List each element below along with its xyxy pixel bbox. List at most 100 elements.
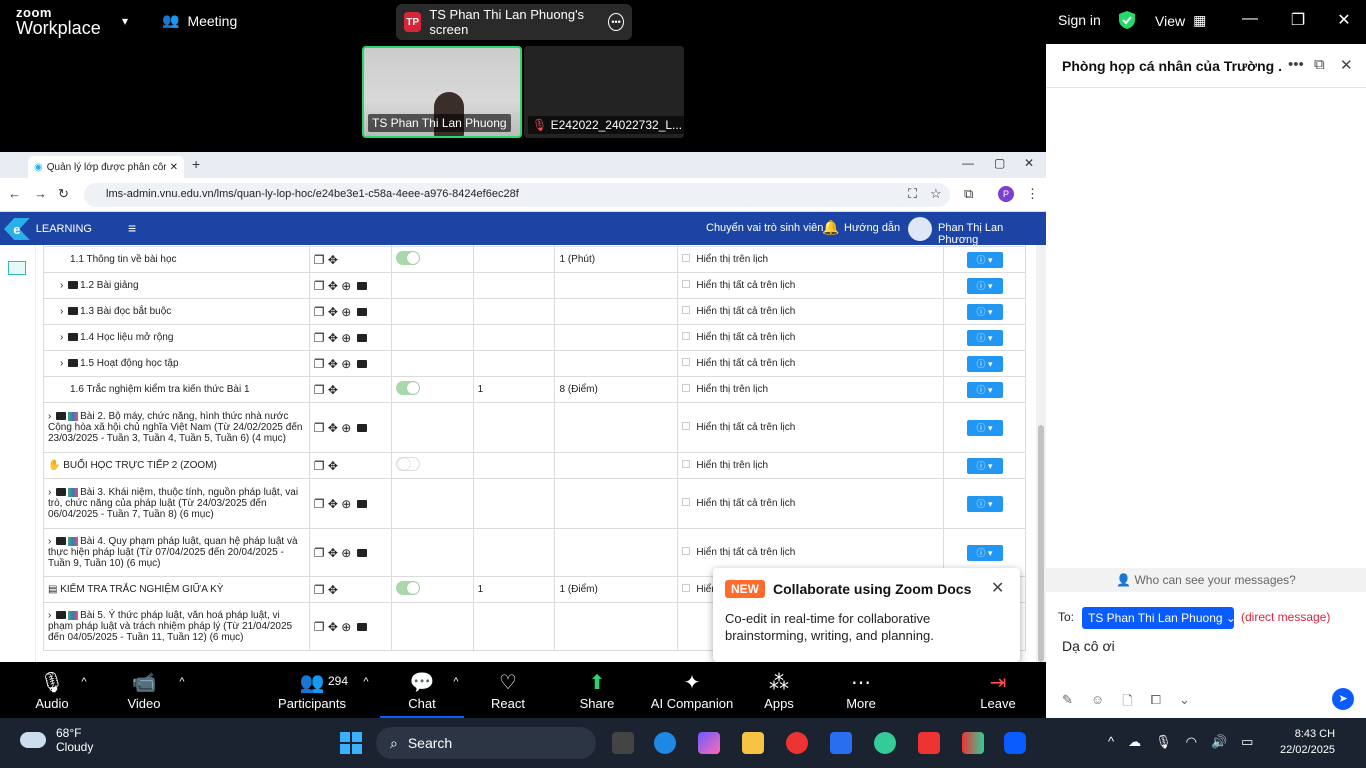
close-tab-icon[interactable]: ✕	[170, 162, 178, 173]
table-row[interactable]: 1.1 Thông tin về bài học ❐ ✥ 1 (Phút) Hiển …	[43, 246, 1026, 273]
chevron-right-icon[interactable]: ›	[60, 358, 63, 369]
copy-icon[interactable]: ❐	[314, 331, 325, 345]
move-icon[interactable]: ✥	[328, 253, 338, 267]
chevron-right-icon[interactable]: ›	[48, 610, 51, 621]
add-icon[interactable]: ⊕	[341, 421, 351, 435]
switch-role-link[interactable]: Chuyển vai trò sinh viên	[706, 222, 823, 234]
options-dropdown-button[interactable]: ⓘ ▾	[966, 355, 1003, 372]
move-icon[interactable]: ✥	[328, 383, 338, 397]
video-caret-icon[interactable]: ^	[142, 676, 222, 688]
chat-input[interactable]: Dạ cô ơi	[1062, 638, 1352, 654]
minimize-icon[interactable]: —	[1238, 10, 1262, 28]
more-button[interactable]: ⋯ More	[821, 670, 901, 711]
wps-icon[interactable]	[918, 732, 940, 754]
reload-icon[interactable]: ↻	[58, 186, 69, 202]
windows-start-icon[interactable]	[340, 732, 362, 754]
folder-icon[interactable]	[356, 549, 367, 558]
copy-icon[interactable]: ❐	[314, 546, 325, 560]
meeting-menu[interactable]: 👥 Meeting	[162, 12, 237, 29]
clock[interactable]: 8:43 CH 22/02/2025	[1280, 726, 1335, 758]
folder-icon[interactable]	[356, 623, 367, 632]
wifi-icon[interactable]: ◠	[1186, 734, 1197, 750]
move-icon[interactable]: ✥	[328, 305, 338, 319]
shield-check-icon[interactable]	[1118, 10, 1136, 30]
hamburger-menu-icon[interactable]: ≡	[128, 220, 136, 236]
app-grid-icon[interactable]	[962, 732, 984, 754]
chevron-up-icon[interactable]: ^	[1108, 734, 1114, 750]
minimize-icon[interactable]: —	[962, 156, 974, 170]
more-options-icon[interactable]: •••	[1288, 56, 1304, 73]
forward-icon[interactable]: →	[34, 186, 47, 201]
lms-logo[interactable]: e LEARNING	[4, 216, 92, 242]
copy-icon[interactable]: ❐	[314, 305, 325, 319]
close-icon[interactable]: ✕	[991, 578, 1004, 598]
course-icon[interactable]	[8, 261, 26, 275]
user-name[interactable]: Phan Thị Lan Phương	[938, 222, 1046, 246]
task-view-icon[interactable]	[612, 732, 634, 754]
guide-link[interactable]: Hướng dẫn	[844, 222, 900, 234]
move-icon[interactable]: ✥	[328, 497, 338, 511]
options-dropdown-button[interactable]: ⓘ ▾	[966, 419, 1003, 436]
taskbar-search[interactable]: ⌕ Search	[376, 727, 596, 759]
chevron-right-icon[interactable]: ›	[60, 306, 63, 317]
publish-toggle[interactable]	[395, 581, 420, 595]
copy-icon[interactable]: ❐	[314, 497, 325, 511]
table-row[interactable]: › Bài 2. Bộ máy, chức năng, hình thức nh…	[43, 402, 1026, 453]
copy-icon[interactable]: ❐	[314, 279, 325, 293]
app-icon[interactable]	[874, 732, 896, 754]
chevron-right-icon[interactable]: ›	[48, 487, 51, 498]
copy-icon[interactable]: ❐	[314, 421, 325, 435]
chevron-right-icon[interactable]: ›	[48, 411, 51, 422]
leave-button[interactable]: ⇥ Leave	[958, 670, 1038, 711]
emoji-icon[interactable]: ☺	[1091, 692, 1104, 714]
folder-icon[interactable]	[356, 334, 367, 343]
move-icon[interactable]: ✥	[328, 357, 338, 371]
folder-icon[interactable]	[356, 308, 367, 317]
screen-share-indicator[interactable]: TP TS Phan Thi Lan Phuong's screen •••	[396, 4, 632, 40]
volume-icon[interactable]: 🔊	[1211, 734, 1227, 750]
back-icon[interactable]: ←	[8, 186, 21, 201]
calendar-checkbox[interactable]	[682, 584, 691, 592]
options-dropdown-button[interactable]: ⓘ ▾	[966, 329, 1003, 346]
options-dropdown-button[interactable]: ⓘ ▾	[966, 495, 1003, 512]
copy-icon[interactable]: ❐	[314, 253, 325, 267]
calendar-checkbox[interactable]	[682, 384, 691, 392]
more-options-icon[interactable]: •••	[608, 13, 624, 31]
table-row[interactable]: › 1.2 Bài giảng ❐ ✥ ⊕ Hiển thị tất cả trê…	[43, 272, 1026, 299]
send-icon[interactable]: ➤	[1332, 688, 1354, 710]
file-icon[interactable]: 🗋	[1122, 692, 1132, 714]
publish-toggle[interactable]	[395, 457, 420, 471]
battery-icon[interactable]: ▭	[1241, 734, 1253, 750]
close-icon[interactable]: ✕	[1332, 10, 1356, 30]
chevron-down-icon[interactable]: ▾	[122, 14, 128, 28]
folder-icon[interactable]	[356, 360, 367, 369]
calendar-checkbox[interactable]	[682, 460, 691, 468]
move-icon[interactable]: ✥	[328, 421, 338, 435]
folder-icon[interactable]	[356, 282, 367, 291]
table-row[interactable]: › 1.3 Bài đọc bắt buộc ❐ ✥ ⊕ Hiển thị tất…	[43, 298, 1026, 325]
avatar[interactable]	[908, 217, 932, 241]
edge-icon[interactable]	[654, 732, 676, 754]
restore-icon[interactable]: ▢	[994, 156, 1005, 170]
close-icon[interactable]: ✕	[1340, 56, 1353, 74]
copy-icon[interactable]: ❐	[314, 383, 325, 397]
new-tab-icon[interactable]: +	[192, 156, 200, 172]
move-icon[interactable]: ✥	[328, 459, 338, 473]
move-icon[interactable]: ✥	[328, 620, 338, 634]
format-icon[interactable]: ✎	[1062, 692, 1073, 714]
publish-toggle[interactable]	[395, 381, 420, 395]
calendar-checkbox[interactable]	[682, 422, 691, 430]
chevron-right-icon[interactable]: ›	[48, 536, 51, 547]
move-icon[interactable]: ✥	[328, 279, 338, 293]
chevron-down-icon[interactable]: ⌄	[1179, 692, 1190, 714]
profile-avatar[interactable]: P	[998, 186, 1014, 202]
scrollbar-thumb[interactable]	[1038, 425, 1044, 662]
add-icon[interactable]: ⊕	[341, 546, 351, 560]
microphone-icon[interactable]: 🎙	[1155, 734, 1172, 750]
video-tile[interactable]: 🎙 E242022_24022732_L...	[524, 46, 684, 138]
add-icon[interactable]: ⊕	[341, 305, 351, 319]
options-dropdown-button[interactable]: ⓘ ▾	[966, 381, 1003, 398]
folder-icon[interactable]	[356, 500, 367, 509]
react-button[interactable]: ♡ React	[468, 670, 548, 711]
close-icon[interactable]: ✕	[1024, 156, 1034, 170]
